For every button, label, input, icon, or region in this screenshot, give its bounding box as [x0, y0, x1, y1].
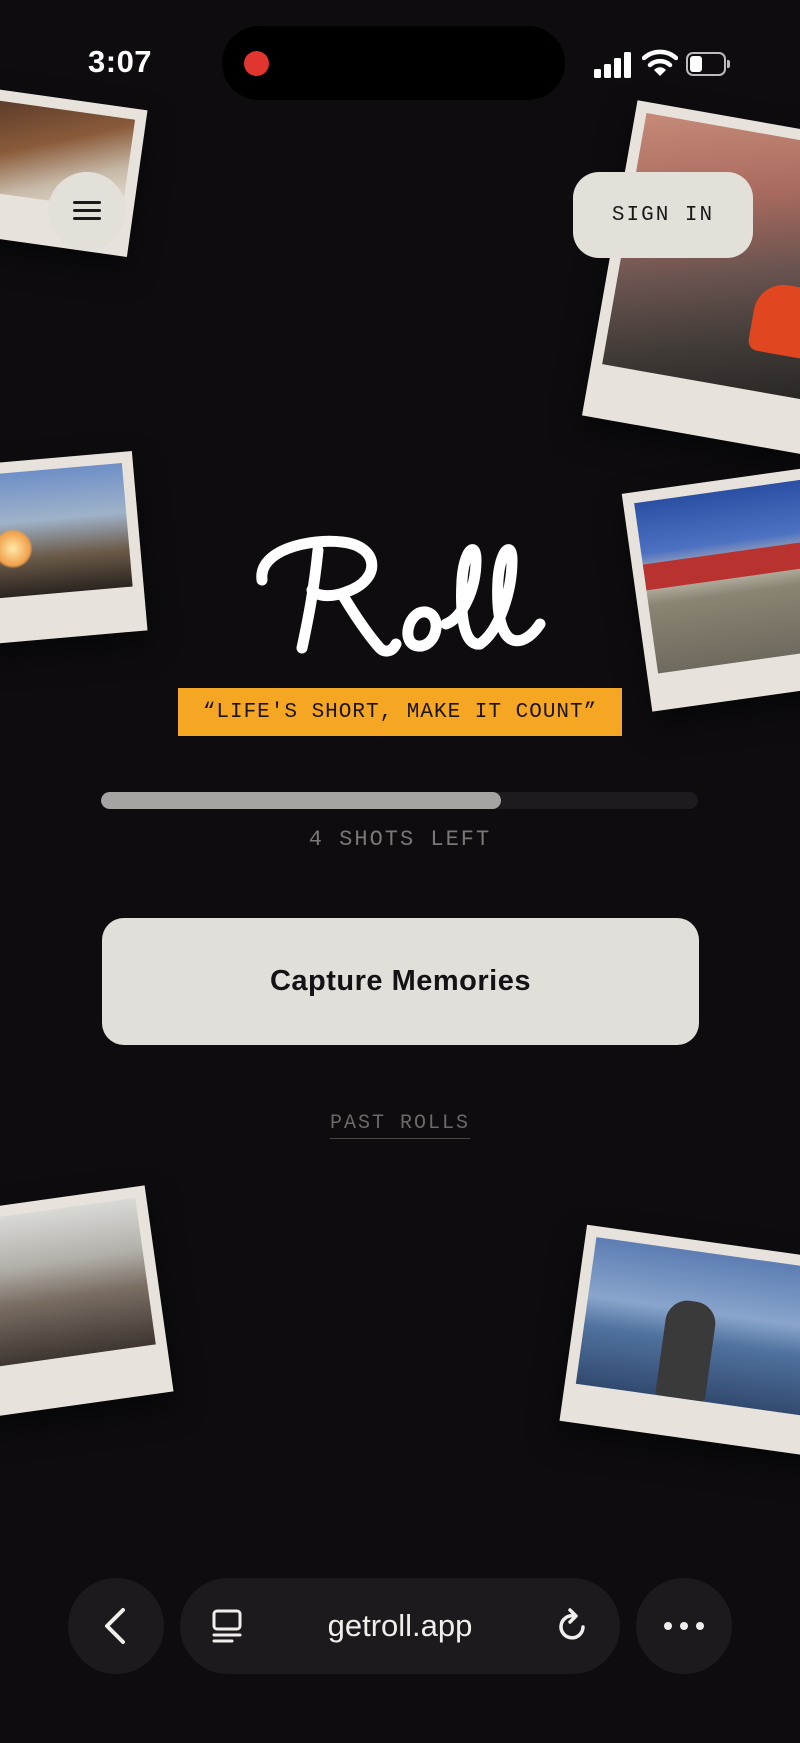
more-options-button[interactable] — [636, 1578, 732, 1674]
menu-button[interactable] — [48, 172, 126, 250]
address-bar[interactable]: getroll.app — [180, 1578, 620, 1674]
polaroid-photo — [0, 451, 148, 645]
status-time: 3:07 — [88, 44, 153, 79]
sign-in-button[interactable]: SIGN IN — [573, 172, 753, 258]
past-rolls-link[interactable]: PAST ROLLS — [329, 1112, 471, 1139]
polaroid-photo — [621, 464, 800, 712]
shots-progress-fill — [101, 792, 501, 809]
shots-left-label: 4 SHOTS LEFT — [308, 827, 492, 852]
dynamic-island — [222, 26, 565, 100]
more-horizontal-icon — [664, 1622, 672, 1630]
recording-indicator-icon — [244, 51, 269, 76]
past-rolls-link-wrapper: PAST ROLLS — [0, 1112, 800, 1139]
cellular-signal-icon — [594, 50, 632, 78]
wifi-icon — [642, 49, 678, 76]
polaroid-photo — [581, 100, 800, 456]
capture-memories-button[interactable]: Capture Memories — [102, 918, 699, 1045]
polaroid-photo — [559, 1224, 800, 1458]
back-button[interactable] — [68, 1578, 164, 1674]
hamburger-menu-icon — [73, 201, 101, 221]
shots-progress-bar — [101, 792, 698, 809]
reload-icon[interactable] — [554, 1608, 590, 1644]
tagline-banner: “LIFE'S SHORT, MAKE IT COUNT” — [178, 688, 622, 736]
chevron-left-icon — [105, 1608, 125, 1644]
battery-icon — [686, 52, 730, 76]
roll-logo — [256, 535, 546, 657]
polaroid-photo — [0, 1185, 174, 1419]
